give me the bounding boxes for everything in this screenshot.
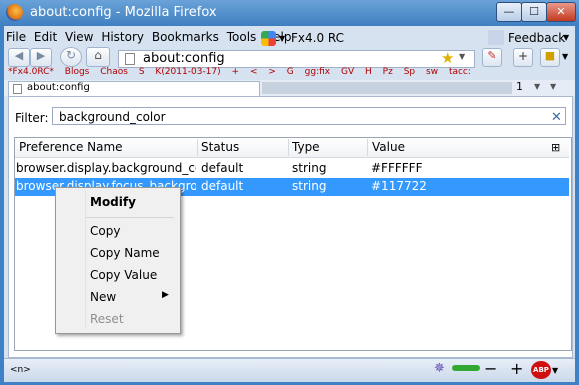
bookmark-item[interactable]: *Fx4.0RC* bbox=[8, 67, 54, 77]
zoom-out-button[interactable]: − bbox=[484, 359, 497, 378]
google-icon[interactable] bbox=[261, 31, 276, 46]
column-divider[interactable] bbox=[367, 139, 368, 156]
pref-name: browser.display.background_col... bbox=[16, 161, 196, 175]
bookmark-item[interactable]: Chaos bbox=[100, 67, 128, 77]
menu-new[interactable]: New bbox=[90, 290, 116, 304]
column-header-name[interactable]: Preference Name bbox=[19, 140, 123, 154]
star-icon[interactable]: ★ bbox=[441, 49, 454, 67]
firefox-logo-icon bbox=[6, 4, 23, 21]
reload-button[interactable]: ↻ bbox=[60, 47, 82, 67]
maximize-button[interactable]: ☐ bbox=[521, 2, 547, 22]
status-star-icon[interactable]: ✵ bbox=[434, 361, 445, 376]
extension-icon: ■ bbox=[544, 49, 556, 62]
column-header-type[interactable]: Type bbox=[292, 140, 320, 154]
status-toggle-icon[interactable] bbox=[452, 365, 480, 371]
new-tab-button[interactable]: + bbox=[513, 48, 533, 67]
chevron-down-icon[interactable]: ▼ bbox=[550, 82, 556, 91]
zoom-in-button[interactable]: + bbox=[510, 359, 523, 378]
tool-icon: ✎ bbox=[487, 49, 497, 62]
chevron-down-icon[interactable]: ▼ bbox=[459, 52, 465, 61]
menu-edit[interactable]: Edit bbox=[32, 30, 59, 44]
chevron-down-icon[interactable]: ▼ bbox=[562, 52, 568, 61]
bookmark-item[interactable]: gg:fix bbox=[305, 67, 330, 77]
menu-tools[interactable]: Tools bbox=[225, 30, 259, 44]
feedback-icon[interactable] bbox=[488, 30, 504, 45]
menu-reset[interactable]: Reset bbox=[90, 312, 124, 326]
home-icon: ⌂ bbox=[94, 48, 102, 62]
close-button[interactable]: ✕ bbox=[546, 2, 576, 22]
tab-label: about:config bbox=[27, 82, 90, 93]
reload-icon: ↻ bbox=[65, 48, 77, 62]
bookmark-item[interactable]: K(2011-03-17) bbox=[155, 67, 220, 77]
chevron-down-icon[interactable]: ▼ bbox=[552, 366, 558, 375]
column-header-value[interactable]: Value bbox=[372, 140, 405, 154]
arrow-right-icon: ▶ bbox=[36, 49, 46, 62]
addon-button[interactable]: ✎ bbox=[482, 48, 502, 67]
bookmark-item[interactable]: S bbox=[139, 67, 145, 77]
menu-view[interactable]: View bbox=[63, 30, 95, 44]
menu-copy[interactable]: Copy bbox=[90, 224, 120, 238]
context-menu-gutter bbox=[85, 190, 86, 329]
chevron-down-icon[interactable]: ▼ bbox=[534, 82, 540, 91]
bookmark-item[interactable]: H bbox=[365, 67, 372, 77]
chevron-down-icon[interactable]: ▼ bbox=[279, 34, 285, 43]
feedback-button[interactable]: Feedback bbox=[508, 31, 565, 45]
column-divider[interactable] bbox=[288, 139, 289, 156]
minimize-button[interactable]: — bbox=[496, 2, 522, 22]
bookmark-item[interactable]: > bbox=[268, 67, 276, 77]
bookmark-item[interactable]: Pz bbox=[383, 67, 393, 77]
fx-version-label: Fx4.0 RC bbox=[291, 31, 345, 45]
arrow-left-icon: ◀ bbox=[14, 49, 24, 62]
menu-copy-name[interactable]: Copy Name bbox=[90, 246, 160, 260]
pref-value: #FFFFFF bbox=[371, 161, 423, 175]
url-text: about:config bbox=[143, 51, 225, 66]
url-bar[interactable]: about:config ★ ▼ bbox=[118, 49, 475, 68]
status-left-label: <n> bbox=[10, 365, 31, 375]
page-icon bbox=[13, 84, 22, 94]
column-header-status[interactable]: Status bbox=[201, 140, 239, 154]
home-button[interactable]: ⌂ bbox=[86, 47, 110, 67]
pref-type: string bbox=[292, 161, 327, 175]
menu-modify[interactable]: Modify bbox=[90, 195, 136, 209]
forward-button[interactable]: ▶ bbox=[30, 48, 52, 67]
filter-input[interactable]: background_color bbox=[52, 107, 566, 125]
pref-status: default bbox=[201, 179, 244, 193]
tab-about-config[interactable]: about:config bbox=[8, 81, 260, 97]
filter-label: Filter: bbox=[15, 111, 49, 125]
pref-value: #117722 bbox=[371, 179, 427, 193]
menu-copy-value[interactable]: Copy Value bbox=[90, 268, 157, 282]
menu-bar: File Edit View History Bookmarks Tools H… bbox=[4, 30, 293, 48]
menu-history[interactable]: History bbox=[99, 30, 146, 44]
bookmarks-bar: *Fx4.0RC* Blogs Chaos S K(2011-03-17) + … bbox=[8, 67, 479, 80]
submenu-arrow-icon: ▶ bbox=[162, 290, 169, 300]
extension-button[interactable]: ■ bbox=[540, 48, 560, 67]
clear-filter-icon[interactable]: ✕ bbox=[551, 110, 562, 125]
column-divider[interactable] bbox=[197, 139, 198, 156]
chevron-down-icon[interactable]: ▼ bbox=[563, 33, 569, 42]
tab-scroll-track bbox=[262, 82, 512, 94]
adblock-icon[interactable]: ABP bbox=[531, 361, 551, 379]
pref-status: default bbox=[201, 161, 244, 175]
bookmark-item[interactable]: + bbox=[232, 67, 240, 77]
bookmark-item[interactable]: GV bbox=[341, 67, 354, 77]
column-picker-icon[interactable]: ⊞ bbox=[551, 141, 560, 154]
bookmark-item[interactable]: Sp bbox=[404, 67, 415, 77]
back-button[interactable]: ◀ bbox=[8, 48, 30, 67]
bookmark-item[interactable]: tacc: bbox=[449, 67, 471, 77]
pref-type: string bbox=[292, 179, 327, 193]
menu-file[interactable]: File bbox=[4, 30, 28, 44]
bookmark-item[interactable]: G bbox=[287, 67, 294, 77]
bookmark-item[interactable]: sw bbox=[426, 67, 438, 77]
page-icon bbox=[125, 53, 135, 65]
menu-bookmarks[interactable]: Bookmarks bbox=[150, 30, 221, 44]
table-row[interactable]: browser.display.background_col... defaul… bbox=[15, 160, 569, 178]
tab-count: 1 bbox=[516, 80, 523, 93]
plus-icon: + bbox=[517, 49, 529, 63]
bookmark-item[interactable]: < bbox=[250, 67, 258, 77]
bookmark-item[interactable]: Blogs bbox=[65, 67, 90, 77]
window-title: about:config - Mozilla Firefox bbox=[30, 5, 217, 20]
menu-separator bbox=[86, 217, 174, 218]
